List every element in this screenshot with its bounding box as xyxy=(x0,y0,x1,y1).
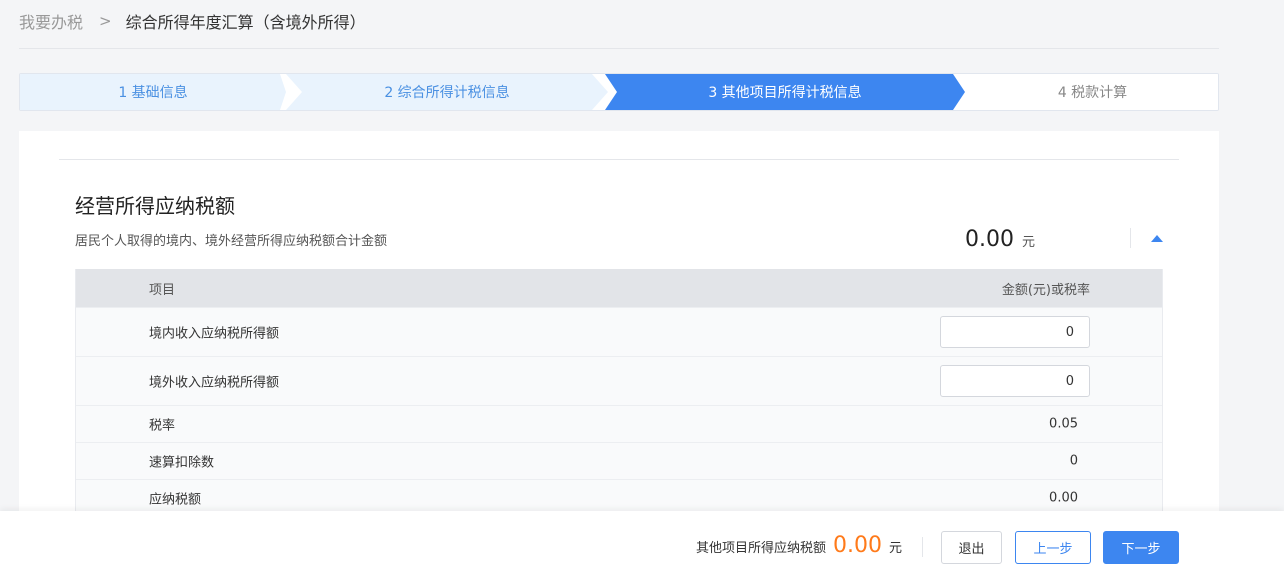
card-divider xyxy=(59,159,1179,160)
footer-summary-value: 0.00 xyxy=(833,533,882,558)
footer-bar: 其他项目所得应纳税额 0.00 元 退出 上一步 下一步 xyxy=(0,511,1284,586)
table-row: 境内收入应纳税所得额 xyxy=(76,307,1162,356)
foreign-taxable-income-input[interactable] xyxy=(940,365,1090,397)
tax-rate-value: 0.05 xyxy=(1049,416,1078,432)
footer-divider xyxy=(922,537,923,557)
row-label: 税率 xyxy=(149,418,176,434)
previous-step-button[interactable]: 上一步 xyxy=(1015,531,1091,564)
collapse-up-icon[interactable] xyxy=(1149,232,1165,244)
row-label: 境外收入应纳税所得额 xyxy=(149,375,280,391)
domestic-taxable-income-input[interactable] xyxy=(940,316,1090,348)
section-total-unit: 元 xyxy=(1021,235,1035,250)
section-description: 居民个人取得的境内、境外经营所得应纳税额合计金额 xyxy=(75,234,388,249)
next-step-button[interactable]: 下一步 xyxy=(1103,531,1179,564)
footer-summary-unit: 元 xyxy=(889,541,903,556)
section-total-value: 0.00 xyxy=(965,227,1014,252)
step-label: 3 其他项目所得计税信息 xyxy=(708,85,862,101)
step-basic-info[interactable]: 1 基础信息 xyxy=(20,74,286,110)
breadcrumb-home-link[interactable]: 我要办税 xyxy=(19,9,83,33)
table-row: 速算扣除数 0 xyxy=(76,442,1162,479)
column-header-item: 项目 xyxy=(149,282,176,298)
tax-table: 项目 金额(元)或税率 境内收入应纳税所得额 境外收入应纳税所得额 税率 0.0… xyxy=(75,269,1163,516)
table-row: 税率 0.05 xyxy=(76,405,1162,442)
header-divider xyxy=(19,48,1219,49)
row-label: 境内收入应纳税所得额 xyxy=(149,326,280,342)
section-title: 经营所得应纳税额 xyxy=(75,194,235,218)
step-progress-bar: 1 基础信息 2 综合所得计税信息 3 其他项目所得计税信息 4 税款计算 xyxy=(19,73,1219,111)
content-card: 经营所得应纳税额 居民个人取得的境内、境外经营所得应纳税额合计金额 0.00 元… xyxy=(19,131,1219,531)
breadcrumb: 我要办税 > 综合所得年度汇算（含境外所得） xyxy=(19,8,366,34)
row-label: 应纳税额 xyxy=(149,492,202,508)
column-header-amount: 金额(元)或税率 xyxy=(1001,282,1090,298)
step-comprehensive-income[interactable]: 2 综合所得计税信息 xyxy=(286,74,608,110)
row-label: 速算扣除数 xyxy=(149,455,215,471)
step-other-income[interactable]: 3 其他项目所得计税信息 xyxy=(605,74,965,110)
step-tax-calculation[interactable]: 4 税款计算 xyxy=(965,74,1218,110)
footer-summary: 其他项目所得应纳税额 0.00 元 xyxy=(696,533,902,558)
section-total: 0.00 元 xyxy=(965,227,1035,252)
table-header: 项目 金额(元)或税率 xyxy=(76,269,1162,307)
tax-payable-value: 0.00 xyxy=(1049,490,1078,506)
step-label: 1 基础信息 xyxy=(118,85,188,101)
exit-button[interactable]: 退出 xyxy=(941,531,1002,564)
table-row: 境外收入应纳税所得额 xyxy=(76,356,1162,405)
page-title: 综合所得年度汇算（含境外所得） xyxy=(125,13,366,32)
chevron-right-icon: > xyxy=(99,12,112,30)
step-label: 2 综合所得计税信息 xyxy=(384,85,510,101)
step-label: 4 税款计算 xyxy=(1057,85,1128,101)
collapse-divider xyxy=(1130,228,1131,248)
quick-deduction-value: 0 xyxy=(1069,453,1078,469)
footer-summary-label: 其他项目所得应纳税额 xyxy=(696,541,827,556)
